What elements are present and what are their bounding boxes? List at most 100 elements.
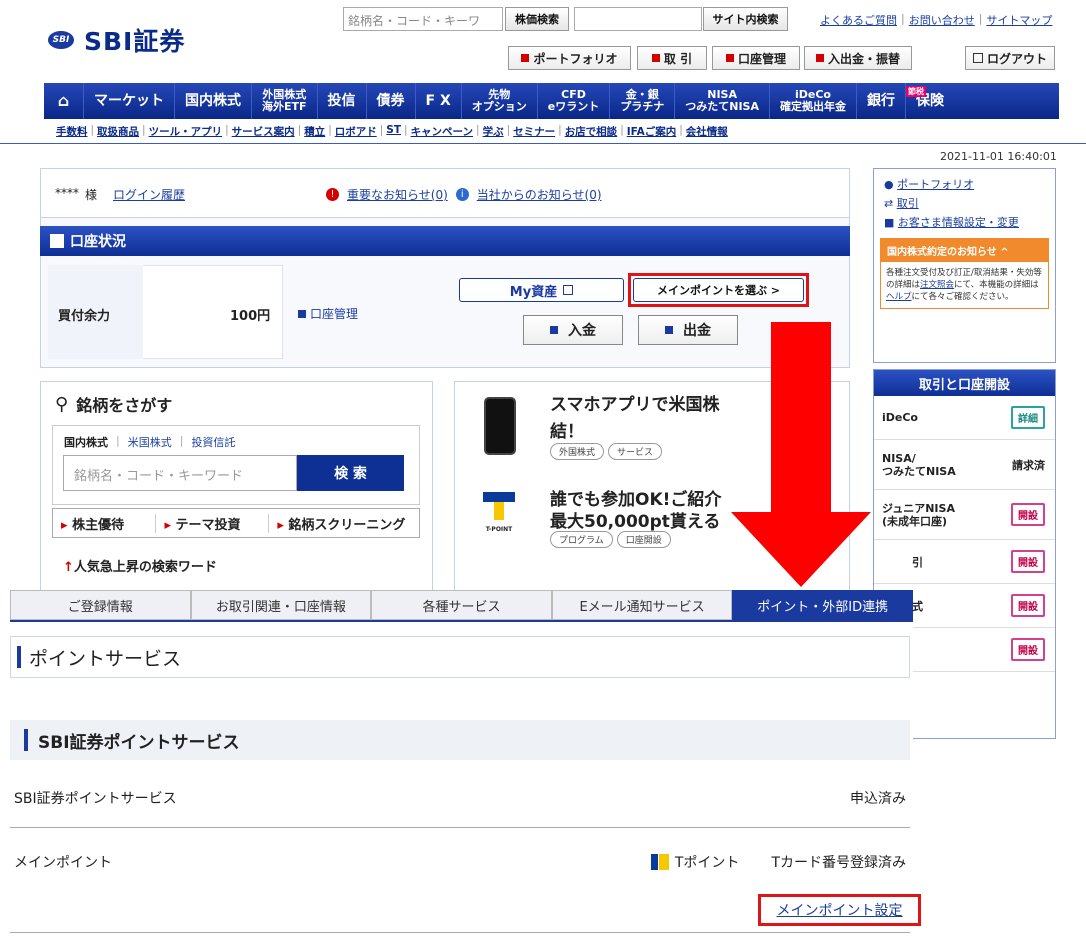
nav-bonds[interactable]: 債券 [367, 83, 416, 119]
nav-futures[interactable]: 先物 オプション [462, 83, 538, 119]
open-account-button[interactable]: 開設 [1011, 638, 1045, 661]
t-point-logo: T-POINT [478, 488, 520, 544]
top-search-input[interactable]: 銘柄名・コード・キーワ [343, 7, 503, 31]
main-point-select-button[interactable]: メインポイントを選ぶ > [633, 278, 804, 302]
notice-text-3: にて各々ご確認ください。 [911, 292, 1014, 302]
contact-link[interactable]: お問い合わせ [909, 12, 975, 28]
caret-right-icon: ▸ [164, 517, 171, 533]
help-link[interactable]: ヘルプ [886, 292, 912, 302]
side-row-label: NISA/ つみたてNISA [882, 451, 956, 478]
main-point-setting-link[interactable]: メインポイント設定 [777, 900, 903, 920]
news-1-title[interactable]: スマホアプリで米国株 [550, 395, 720, 415]
news-tag: 口座開設 [616, 531, 671, 548]
side-row-label: ジュニアNISA (未成年口座) [882, 501, 955, 528]
subnav-services[interactable]: サービス案内 [232, 124, 295, 139]
trade-quick-button[interactable]: 取 引 [637, 46, 707, 70]
shareholder-benefits-link[interactable]: ▸ 株主優待 [53, 513, 157, 533]
transfer-quick-button[interactable]: 入出金・振替 [804, 46, 912, 70]
account-open-title: 取引と口座開設 [874, 370, 1055, 396]
subnav-ifa[interactable]: IFAご案内 [627, 124, 677, 139]
section-marker [24, 729, 28, 751]
nav-domestic-stock[interactable]: 国内株式 [175, 83, 252, 119]
nav-ideco[interactable]: iDeCo 確定拠出年金 [770, 83, 857, 119]
subnav-savings[interactable]: 積立 [304, 124, 325, 139]
subnav-roboad[interactable]: ロボアド [335, 124, 377, 139]
theme-invest-label: テーマ投資 [175, 517, 241, 533]
open-account-button[interactable]: 開設 [1011, 594, 1045, 617]
account-status-icon [50, 234, 64, 248]
search-tab-us[interactable]: 米国株式 [128, 434, 172, 450]
subnav-st[interactable]: ST [386, 124, 401, 139]
theme-invest-link[interactable]: ▸ テーマ投資 [156, 513, 270, 533]
subnav-fees[interactable]: 手数料 [56, 124, 88, 139]
screening-link[interactable]: ▸ 銘柄スクリーニング [269, 514, 419, 533]
open-account-button[interactable]: 開設 [1011, 503, 1045, 526]
account-quick-button[interactable]: 口座管理 [712, 46, 800, 70]
account-status-header: 口座状況 [40, 226, 850, 256]
tab-point-external-id[interactable]: ポイント・外部ID連携 [732, 590, 913, 620]
nav-foreign-stock[interactable]: 外国株式 海外ETF [252, 83, 318, 119]
subnav-seminar[interactable]: セミナー [513, 124, 555, 139]
side-trade-label: 取引 [896, 197, 919, 210]
home-icon: ⌂ [57, 90, 70, 110]
top-links: よくあるご質問 | お問い合わせ | サイトマップ [820, 12, 1053, 28]
subnav-tools[interactable]: ツール・アプリ [149, 124, 223, 139]
stock-search-button[interactable]: 株価検索 [505, 7, 569, 31]
side-settings-link[interactable]: ■ お客さま情報設定・変更 [884, 213, 1045, 232]
tab-services[interactable]: 各種サービス [371, 590, 552, 620]
logout-button[interactable]: ログアウト [965, 46, 1055, 70]
side-portfolio-link[interactable]: ● ポートフォリオ [884, 175, 1045, 194]
nav-market[interactable]: マーケット [84, 83, 175, 119]
important-notice-link[interactable]: 重要なお知らせ(0) [347, 186, 448, 203]
sub-nav: 手数料 | 取扱商品 | ツール・アプリ | サービス案内 | 積立 | ロボアド | ST… [56, 124, 728, 139]
faq-link[interactable]: よくあるご質問 [820, 12, 897, 28]
sbi-logo[interactable]: SBI SBI証券 [48, 22, 185, 58]
side-settings-label: お客さま情報設定・変更 [897, 216, 1019, 229]
link-square-icon [550, 326, 558, 334]
nav-cfd[interactable]: CFD eワラント [538, 83, 611, 119]
stock-search-submit[interactable]: 検 索 [297, 455, 404, 491]
stock-search-header: ⚲ 銘柄をさがす [55, 392, 172, 416]
tab-registration[interactable]: ご登録情報 [10, 590, 191, 620]
portfolio-quick-button[interactable]: ポートフォリオ [508, 46, 631, 70]
subnav-consult[interactable]: お店で相談 [565, 124, 618, 139]
open-account-button[interactable]: 開設 [1011, 550, 1045, 573]
side-row-nisa: NISA/ つみたてNISA 請求済 [874, 440, 1055, 490]
subnav-company[interactable]: 会社情報 [686, 124, 728, 139]
current-datetime: 2021-11-01 16:40:01 [940, 150, 1057, 163]
execution-notice-body: 各種注文受付及び訂正/取消結果・失効等の詳細は注文照会にて、本機能の詳細はヘルプ… [881, 262, 1048, 308]
withdraw-label: 出金 [683, 323, 711, 339]
site-search-button[interactable]: サイト内検索 [703, 7, 788, 31]
subnav-campaign[interactable]: キャンペーン [411, 124, 473, 139]
nav-nisa[interactable]: NISA つみたてNISA [675, 83, 770, 119]
nav-gold[interactable]: 金・銀 プラチナ [610, 83, 676, 119]
nav-funds[interactable]: 投信 [318, 83, 367, 119]
login-history-link[interactable]: ログイン履歴 [113, 186, 185, 203]
highlight-main-point-setting: メインポイント設定 [758, 894, 921, 926]
deposit-button[interactable]: 入金 [523, 315, 623, 345]
sitemap-link[interactable]: サイトマップ [986, 12, 1052, 28]
execution-notice-title[interactable]: 国内株式約定のお知らせ ^ [881, 239, 1048, 262]
search-tab-funds[interactable]: 投資信託 [191, 434, 235, 450]
setting-link-spacer [756, 804, 921, 844]
red-square-icon [815, 54, 824, 62]
nav-fx[interactable]: F X [416, 83, 462, 119]
withdraw-button[interactable]: 出金 [638, 315, 738, 345]
my-assets-button[interactable]: My資産 [459, 278, 624, 302]
subnav-products[interactable]: 取扱商品 [97, 124, 139, 139]
nav-bank[interactable]: 銀行 [857, 83, 906, 119]
company-notice-link[interactable]: 当社からのお知らせ(0) [477, 186, 602, 203]
subnav-learn[interactable]: 学ぶ [483, 124, 504, 139]
search-shortcut-links: ▸ 株主優待 ▸ テーマ投資 ▸ 銘柄スクリーニング [52, 508, 420, 538]
portfolio-quick-label: ポートフォリオ [533, 51, 618, 66]
home-nav-button[interactable]: ⌂ [44, 83, 84, 119]
stock-search-input[interactable]: 銘柄名・コード・キーワード [63, 455, 297, 491]
search-tab-domestic[interactable]: 国内株式 [64, 434, 108, 450]
tab-trade-info[interactable]: お取引関連・口座情報 [190, 590, 372, 620]
detail-button[interactable]: 詳細 [1011, 406, 1045, 429]
account-manage-link[interactable]: 口座管理 [298, 305, 358, 322]
tab-email-notify[interactable]: Eメール通知サービス [551, 590, 733, 620]
order-inquiry-link[interactable]: 注文照会 [920, 280, 954, 290]
site-search-input[interactable] [574, 7, 702, 31]
side-trade-link[interactable]: ⇄ 取引 [884, 194, 1045, 213]
